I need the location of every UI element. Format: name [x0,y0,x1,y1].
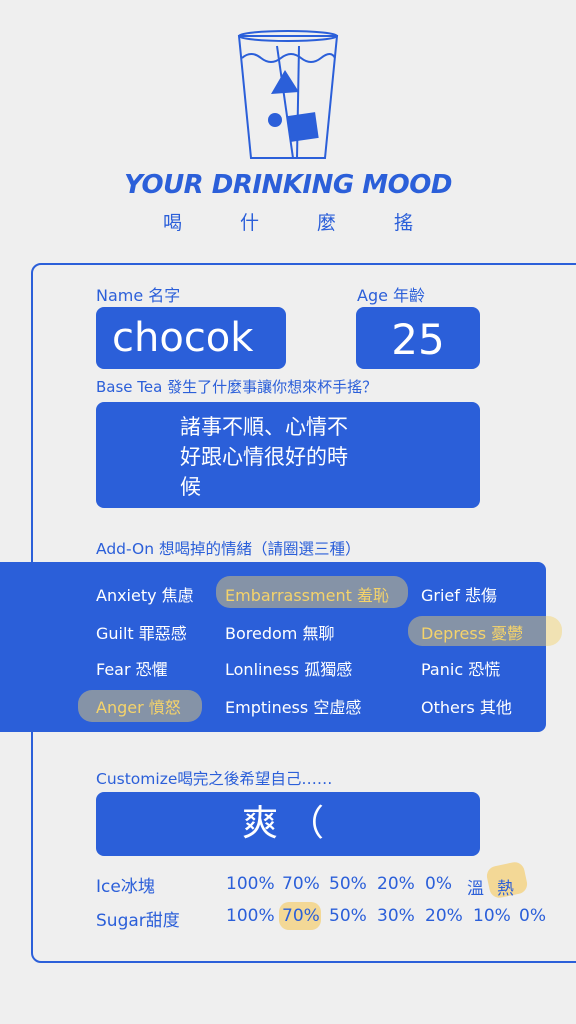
ice-label: Ice冰塊 [96,877,155,897]
ice-option[interactable]: 50% [329,874,367,894]
ice-option[interactable]: 70% [282,874,320,894]
emotion-option[interactable]: Lonliness 孤獨感 [225,656,352,680]
base-tea-field[interactable]: 諸事不順、心情不 好跟心情很好的時 候 [96,402,480,508]
emotion-option[interactable]: Anxiety 焦慮 [96,582,194,606]
sugar-option[interactable]: 0% [519,906,546,926]
base-tea-label: Base Tea 發生了什麼事讓你想來杯手搖？ [96,378,378,396]
age-label: Age 年齡 [357,286,426,305]
name-field[interactable]: chocok [96,307,286,369]
ice-option[interactable]: 100% [226,874,275,894]
emotion-option[interactable]: Guilt 罪惡感 [96,620,187,644]
emotion-option[interactable]: Embarrassment 羞恥 [225,582,389,606]
sugar-option[interactable]: 10% [473,906,511,926]
sugar-option[interactable]: 20% [425,906,463,926]
emotion-option[interactable]: Panic 恐慌 [421,656,500,680]
emotion-option[interactable]: Others 其他 [421,694,512,718]
addon-label: Add-On 想喝掉的情緒（請圈選三種） [96,540,361,558]
page-subtitle: 喝什麼搖 [162,212,471,234]
sugar-label: Sugar甜度 [96,911,180,931]
ice-option[interactable]: 溫 [467,874,484,899]
customize-label: Customize喝完之後希望自己…… [96,770,333,788]
emotion-option[interactable]: Grief 悲傷 [421,582,497,606]
emotion-option[interactable]: Depress 憂鬱 [421,620,523,644]
sugar-option[interactable]: 50% [329,906,367,926]
emotion-option[interactable]: Boredom 無聊 [225,620,334,644]
sugar-option[interactable]: 30% [377,906,415,926]
name-label: Name 名字 [96,286,181,305]
age-field[interactable]: 25 [356,307,480,369]
base-tea-text: 諸事不順、心情不 好跟心情很好的時 候 [180,415,348,499]
sugar-option[interactable]: 100% [226,906,275,926]
sugar-option[interactable]: 70% [282,906,320,926]
page-title: YOUR DRINKING MOOD [124,170,452,200]
drink-cup-icon [237,30,339,159]
customize-field[interactable]: 爽（ [96,792,480,856]
emotion-option[interactable]: Anger 憤怒 [96,694,181,718]
ice-option[interactable]: 0% [425,874,452,894]
ice-option[interactable]: 20% [377,874,415,894]
emotion-option[interactable]: Fear 恐懼 [96,656,168,680]
ice-option[interactable]: 熱 [497,874,514,899]
emotion-option[interactable]: Emptiness 空虛感 [225,694,361,718]
